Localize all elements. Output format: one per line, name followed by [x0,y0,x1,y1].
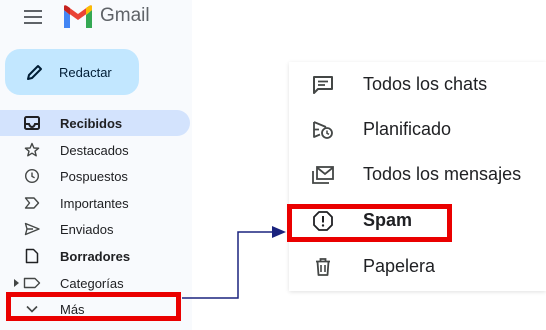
chat-icon [311,74,335,96]
more-menu-panel: Todos los chats Planificado Todos los me… [289,62,546,291]
menu-item-all-mail[interactable]: Todos los mensajes [289,154,546,194]
all-mail-icon [311,164,335,186]
menu-item-label: Todos los chats [363,73,488,94]
scheduled-send-icon [311,119,335,141]
menu-item-scheduled[interactable]: Planificado [289,109,546,149]
spam-highlight-box [287,204,452,242]
menu-item-all-chats[interactable]: Todos los chats [289,64,546,104]
menu-item-trash[interactable]: Papelera [289,246,546,286]
menu-item-label: Papelera [363,255,436,276]
menu-item-label: Planificado [363,118,452,139]
trash-icon [311,256,335,278]
menu-item-label: Todos los mensajes [363,163,522,184]
